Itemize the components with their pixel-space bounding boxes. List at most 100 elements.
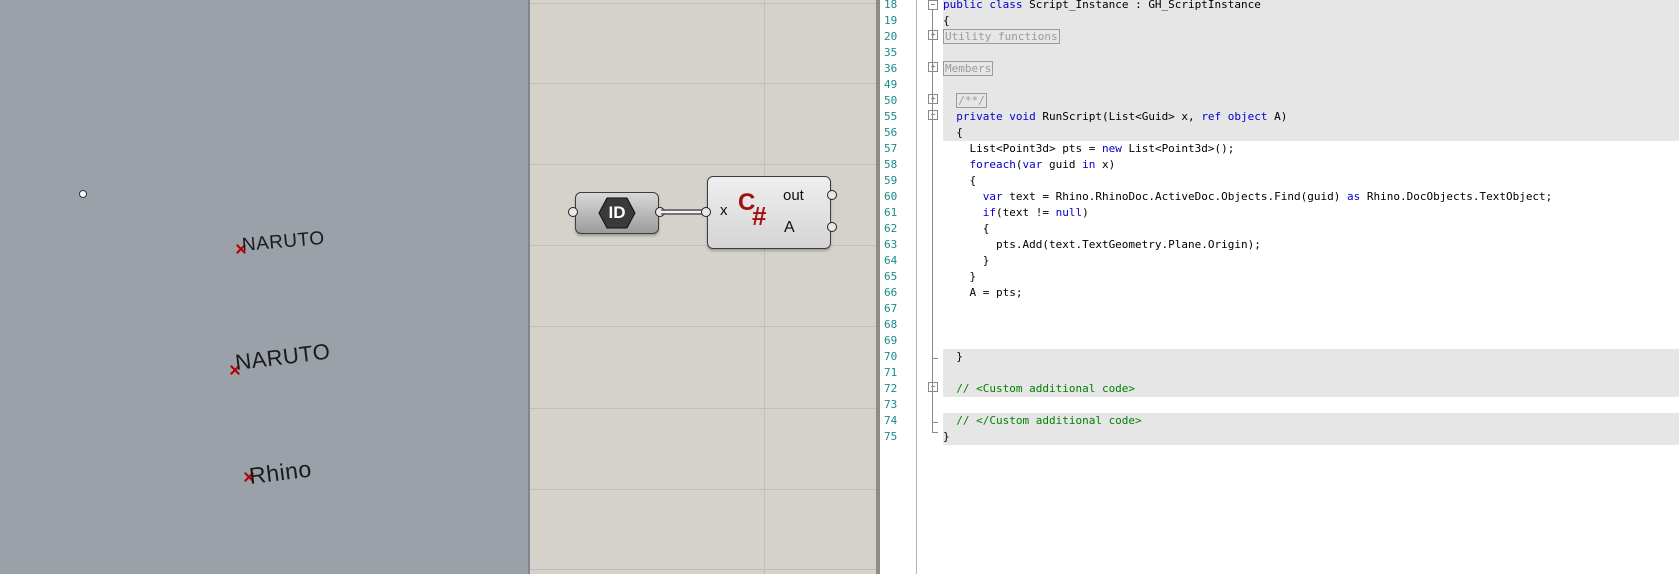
code-line[interactable]: 59 { <box>880 173 1679 189</box>
line-number: 65 <box>884 270 898 283</box>
line-number: 58 <box>884 158 898 171</box>
line-number: 66 <box>884 286 898 299</box>
line-number: 68 <box>884 318 898 331</box>
code-text: } <box>943 430 950 443</box>
code-text: } <box>943 270 977 283</box>
code-line[interactable]: 72 // <Custom additional code> <box>880 381 1679 397</box>
grasshopper-canvas[interactable]: ID x C # out A <box>530 0 880 574</box>
code-line[interactable]: 60 var text = Rhino.RhinoDoc.ActiveDoc.O… <box>880 189 1679 205</box>
grid-line <box>530 326 880 327</box>
code-text: List<Point3d> pts = new List<Point3d>(); <box>943 142 1235 155</box>
csharp-icon: C # <box>738 189 766 231</box>
collapsed-region[interactable]: Utility functions <box>943 29 1060 44</box>
line-number: 70 <box>884 350 898 363</box>
code-line[interactable]: 61 if(text != null) <box>880 205 1679 221</box>
code-line[interactable]: 63 pts.Add(text.TextGeometry.Plane.Origi… <box>880 237 1679 253</box>
code-line[interactable]: 35 <box>880 45 1679 61</box>
viewport-text-naruto-1[interactable]: NARUTO <box>241 228 325 257</box>
line-number: 56 <box>884 126 898 139</box>
code-text: { <box>943 126 963 139</box>
collapsed-region[interactable]: Members <box>943 61 994 76</box>
code-text: private void RunScript(List<Guid> x, ref… <box>956 110 1288 123</box>
line-number: 57 <box>884 142 898 155</box>
code-text: public class Script_Instance : GH_Script… <box>943 0 1261 11</box>
output-out-grip[interactable] <box>827 190 837 200</box>
grid-line <box>530 569 880 570</box>
output-out-label: out <box>783 187 804 204</box>
code-text: if(text != null) <box>982 206 1089 219</box>
code-text: var text = Rhino.RhinoDoc.ActiveDoc.Obje… <box>982 190 1553 203</box>
code-line[interactable]: 58 foreach(var guid in x) <box>880 157 1679 173</box>
code-line[interactable]: 57 List<Point3d> pts = new List<Point3d>… <box>880 141 1679 157</box>
code-line[interactable]: 49 <box>880 77 1679 93</box>
code-line[interactable]: 74 // </Custom additional code> <box>880 413 1679 429</box>
code-line[interactable]: 18 public class Script_Instance : GH_Scri… <box>880 0 1679 13</box>
line-number: 72 <box>884 382 898 395</box>
code-text: A = pts; <box>943 286 1023 299</box>
input-x-grip[interactable] <box>701 207 711 217</box>
output-a-grip[interactable] <box>827 222 837 232</box>
output-a-label: A <box>784 219 795 236</box>
point-object[interactable] <box>79 190 87 198</box>
code-line[interactable]: 50 /**/ <box>880 93 1679 109</box>
code-line[interactable]: 56 { <box>880 125 1679 141</box>
code-line[interactable]: 71 <box>880 365 1679 381</box>
code-line[interactable]: 66 A = pts; <box>880 285 1679 301</box>
csharp-logo-hash: # <box>752 201 767 231</box>
line-number: 19 <box>884 14 898 27</box>
line-number: 60 <box>884 190 898 203</box>
line-number: 69 <box>884 334 898 347</box>
viewport-text-naruto-2[interactable]: NARUTO <box>234 339 332 376</box>
code-text: // </Custom additional code> <box>943 414 1142 427</box>
input-grip[interactable] <box>568 207 578 217</box>
grid-line <box>530 3 880 4</box>
id-label: ID <box>608 203 626 222</box>
line-number: 50 <box>884 94 898 107</box>
code-line[interactable]: 68 <box>880 317 1679 333</box>
rhino-viewport[interactable]: NARUTO NARUTO Rhino <box>0 0 530 574</box>
code-line[interactable]: 73 <box>880 397 1679 413</box>
code-text: } <box>943 350 963 363</box>
line-number: 74 <box>884 414 898 427</box>
code-line[interactable]: 70 } <box>880 349 1679 365</box>
line-number: 35 <box>884 46 898 59</box>
line-number: 36 <box>884 62 898 75</box>
code-text: // <Custom additional code> <box>943 382 1136 395</box>
code-line[interactable]: 19 { <box>880 13 1679 29</box>
code-line[interactable]: 69 <box>880 333 1679 349</box>
line-number: 49 <box>884 78 898 91</box>
code-line[interactable]: 67 <box>880 301 1679 317</box>
code-line[interactable]: 65 } <box>880 269 1679 285</box>
line-number: 73 <box>884 398 898 411</box>
code-text: Utility functions <box>943 29 1060 45</box>
grid-line <box>530 408 880 409</box>
code-text: foreach(var guid in x) <box>969 158 1116 171</box>
line-number: 61 <box>884 206 898 219</box>
viewport-text-rhino[interactable]: Rhino <box>248 456 313 490</box>
code-line[interactable]: 20 Utility functions <box>880 29 1679 45</box>
grid-line <box>764 0 765 574</box>
line-number: 71 <box>884 366 898 379</box>
collapsed-region[interactable]: /**/ <box>956 93 987 108</box>
code-line[interactable]: 55 private void RunScript(List<Guid> x, … <box>880 109 1679 125</box>
line-number: 62 <box>884 222 898 235</box>
input-x-label: x <box>720 202 728 219</box>
line-number: 59 <box>884 174 898 187</box>
code-text: Members <box>943 61 994 77</box>
code-line[interactable]: 64 } <box>880 253 1679 269</box>
code-line[interactable]: 36 Members <box>880 61 1679 77</box>
code-text: { <box>943 174 977 187</box>
code-line[interactable]: 62 { <box>880 221 1679 237</box>
line-number: 75 <box>884 430 898 443</box>
code-line[interactable]: 75} <box>880 429 1679 445</box>
guid-parameter-component[interactable]: ID <box>575 192 659 234</box>
code-editor[interactable]: − + + + − − 18public class Script_Instan… <box>880 0 1679 574</box>
line-number: 18 <box>884 0 898 11</box>
grid-line <box>530 489 880 490</box>
code-text: pts.Add(text.TextGeometry.Plane.Origin); <box>943 238 1261 251</box>
csharp-script-component[interactable]: x C # out A <box>707 176 831 249</box>
line-number: 64 <box>884 254 898 267</box>
connection-wire[interactable] <box>661 207 705 217</box>
code-text: { <box>943 14 950 27</box>
line-number: 67 <box>884 302 898 315</box>
